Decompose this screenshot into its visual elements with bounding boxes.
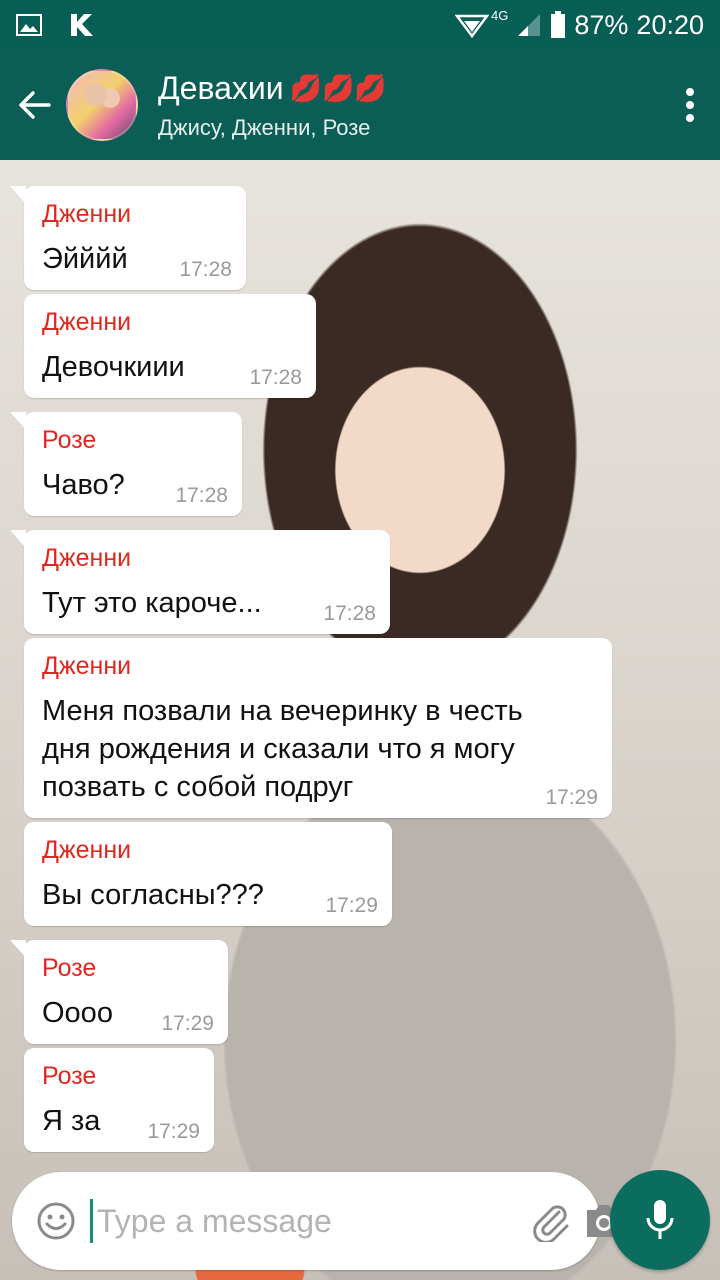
message-time: 17:29 xyxy=(147,1120,200,1143)
message-bubble[interactable]: Розе Оооо 17:29 xyxy=(10,940,228,1044)
message-time: 17:29 xyxy=(545,786,598,809)
message-sender: Дженни xyxy=(42,652,132,680)
message-sender: Розе xyxy=(42,426,97,454)
message-sender: Дженни xyxy=(42,836,132,864)
attach-button[interactable] xyxy=(529,1197,571,1245)
message-sender: Дженни xyxy=(42,544,132,572)
message-input[interactable] xyxy=(90,1199,517,1243)
message-bubble[interactable]: Дженни Вы согласны??? 17:29 xyxy=(24,822,392,926)
chat-members: Джису, Дженни, Розе xyxy=(158,114,371,140)
message-time: 17:28 xyxy=(249,366,302,389)
back-button[interactable] xyxy=(4,50,66,160)
message-composer xyxy=(12,1172,621,1270)
paperclip-icon xyxy=(533,1205,569,1242)
wifi-icon xyxy=(455,12,490,38)
kiss-emoji: 💋💋💋 xyxy=(289,73,387,103)
message-time: 17:28 xyxy=(323,602,376,625)
network-type-label: 4G xyxy=(491,7,509,23)
message-bubble[interactable]: Розе Я за 17:29 xyxy=(24,1048,214,1152)
message-bubble[interactable]: Розе Чаво? 17:28 xyxy=(10,412,242,516)
message-sender: Дженни xyxy=(42,308,132,336)
more-vert-icon xyxy=(686,88,694,122)
chat-header: Девахии 💋💋💋 Джису, Дженни, Розе xyxy=(0,50,720,160)
image-icon xyxy=(16,13,42,37)
battery-icon xyxy=(550,11,566,39)
emoji-icon xyxy=(37,1202,75,1240)
message-time: 17:28 xyxy=(179,258,232,281)
more-options-button[interactable] xyxy=(660,50,720,160)
signal-icon xyxy=(516,12,542,38)
group-avatar[interactable] xyxy=(66,69,138,141)
message-bubble[interactable]: Дженни Тут это кароче... 17:28 xyxy=(10,530,390,634)
message-sender: Розе xyxy=(42,1062,97,1090)
message-bubble[interactable]: Дженни Эйййй 17:28 xyxy=(10,186,246,290)
message-text: Меня позвали на вечеринку в честь дня ро… xyxy=(42,695,523,803)
status-bar: 4G 87% 20:20 xyxy=(0,0,720,50)
k-app-icon xyxy=(68,12,94,38)
message-time: 17:29 xyxy=(325,894,378,917)
voice-record-button[interactable] xyxy=(610,1170,710,1270)
back-arrow-icon xyxy=(19,91,51,119)
message-time: 17:28 xyxy=(175,484,228,507)
message-bubble[interactable]: Дженни Девочкиии 17:28 xyxy=(24,294,316,398)
message-text: Вы согласны??? xyxy=(42,879,264,911)
message-time: 17:29 xyxy=(161,1012,214,1035)
battery-percent: 87% xyxy=(574,9,629,40)
message-sender: Розе xyxy=(42,954,97,982)
chat-title: Девахии xyxy=(158,69,284,106)
message-sender: Дженни xyxy=(42,200,132,228)
microphone-icon xyxy=(646,1200,674,1239)
message-bubble[interactable]: Дженни Меня позвали на вечеринку в честь… xyxy=(24,638,612,818)
emoji-button[interactable] xyxy=(36,1199,76,1243)
chat-info[interactable]: Девахии 💋💋💋 Джису, Дженни, Розе xyxy=(158,70,387,141)
clock: 20:20 xyxy=(636,9,704,40)
